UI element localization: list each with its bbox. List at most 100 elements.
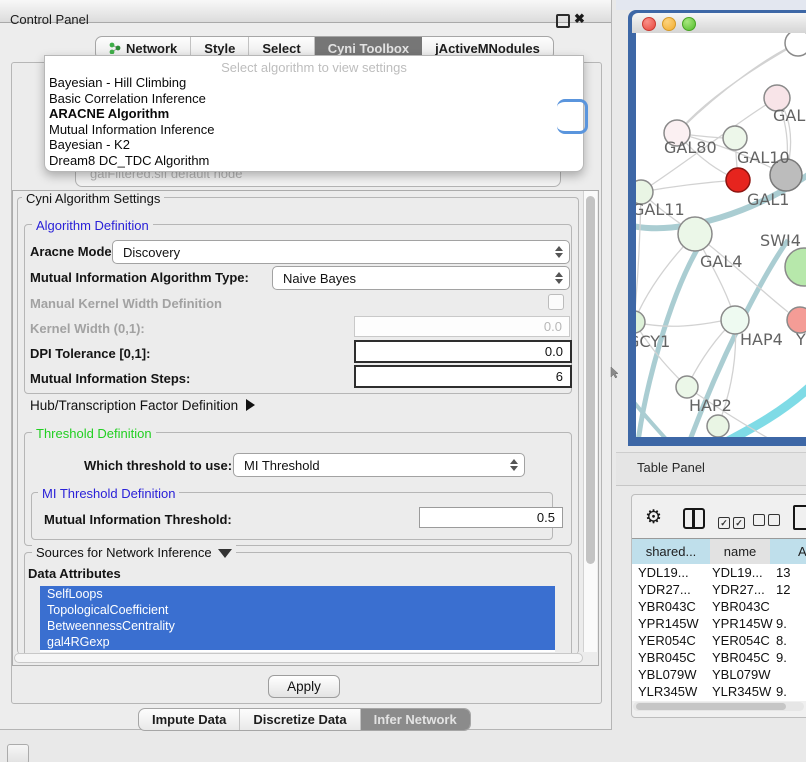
network-node-gal4[interactable] xyxy=(678,217,712,251)
data-attribute-item[interactable]: BetweennessCentrality xyxy=(40,618,555,634)
table-row[interactable]: YDL19...YDL19...13 xyxy=(632,564,806,581)
table-column-header[interactable]: shared... xyxy=(632,538,711,565)
data-attribute-item[interactable]: TopologicalCoefficient xyxy=(40,602,555,618)
table-cell xyxy=(772,598,806,615)
table-row[interactable]: YPR145WYPR145W9. xyxy=(632,615,806,632)
apply-button[interactable]: Apply xyxy=(268,675,340,698)
attribute-table[interactable]: YDL19...YDL19...13YDR27...YDR27...12YBR0… xyxy=(632,564,806,701)
table-cell: YPR145W xyxy=(710,615,772,632)
hub-definition-label: Hub/Transcription Factor Definition xyxy=(30,398,238,413)
which-threshold-label: Which threshold to use: xyxy=(84,458,232,473)
bottom-tabstrip: Impute DataDiscretize DataInfer Network xyxy=(138,708,471,731)
algorithm-definition-label: Algorithm Definition xyxy=(32,218,153,233)
file-icon[interactable] xyxy=(793,505,806,530)
table-column-header[interactable]: name xyxy=(710,538,771,565)
settings-vertical-scrollbar[interactable] xyxy=(583,191,597,652)
mi-type-label: Mutual Information Algorithm Type: xyxy=(30,270,249,285)
table-row[interactable]: YLR345WYLR345W9. xyxy=(632,683,806,700)
table-cell: YPR145W xyxy=(632,615,710,632)
tab-label: jActiveMNodules xyxy=(435,41,540,56)
mi-threshold-field[interactable]: 0.5 xyxy=(419,507,563,528)
close-traffic-button[interactable] xyxy=(642,17,656,31)
kernel-width-field[interactable]: 0.0 xyxy=(354,316,570,337)
network-node-label: GAL11 xyxy=(636,200,685,219)
bottom-tab-discretize-data[interactable]: Discretize Data xyxy=(240,709,360,730)
zoom-traffic-button[interactable] xyxy=(682,17,696,31)
aracne-mode-label: Aracne Mode: xyxy=(30,244,116,259)
threshold-definition-label: Threshold Definition xyxy=(32,426,156,441)
table-cell: 8. xyxy=(772,632,806,649)
algorithm-option[interactable]: Basic Correlation Inference xyxy=(45,91,583,107)
data-attributes-list: SelfLoopsTopologicalCoefficientBetweenne… xyxy=(40,586,555,652)
dock-panel-icon[interactable] xyxy=(7,744,29,762)
data-attribute-item[interactable]: gal4RGexp xyxy=(40,634,555,650)
mi-steps-field[interactable]: 6 xyxy=(354,365,572,388)
mi-algorithm-type-select[interactable]: Naive Bayes xyxy=(272,266,570,290)
algorithm-option[interactable]: Bayesian - Hill Climbing xyxy=(45,75,583,91)
table-row[interactable]: YER054CYER054C8. xyxy=(632,632,806,649)
kernel-width-label: Kernel Width (0,1): xyxy=(30,321,145,336)
show-columns-icon[interactable]: ✓✓ xyxy=(718,513,748,531)
network-node-label: GAL xyxy=(773,106,805,125)
network-node[interactable] xyxy=(785,33,806,56)
table-cell: YBL079W xyxy=(710,666,772,683)
screen: Control Panel ✖ NetworkStyleSelectCyni T… xyxy=(0,0,806,762)
data-attribute-item[interactable]: SelfLoops xyxy=(40,586,555,602)
aracne-mode-select[interactable]: Discovery xyxy=(112,240,570,264)
algorithm-dropdown-list: Select algorithm to view settings Bayesi… xyxy=(44,55,584,172)
table-row[interactable]: YBR045CYBR045C9. xyxy=(632,649,806,666)
which-threshold-value: MI Threshold xyxy=(244,458,320,473)
network-canvas[interactable]: GALGAL80GAL10GAL1GAL11SWI4GAL4GCY1HAP4YH… xyxy=(636,33,806,437)
network-edge xyxy=(636,321,721,326)
algorithm-option[interactable]: Mutual Information Inference xyxy=(45,122,583,138)
network-node-gal10[interactable] xyxy=(723,126,747,150)
hide-columns-icon[interactable] xyxy=(753,513,783,531)
table-cell xyxy=(772,666,806,683)
dropdown-hint: Select algorithm to view settings xyxy=(45,60,583,75)
network-node-label: GAL1 xyxy=(747,190,789,209)
table-cell: 12 xyxy=(772,581,806,598)
float-window-icon[interactable] xyxy=(556,14,570,28)
minimize-traffic-button[interactable] xyxy=(662,17,676,31)
dpi-tolerance-field[interactable]: 0.0 xyxy=(354,340,572,363)
tab-label: Network xyxy=(126,41,177,56)
algorithm-option[interactable]: Bayesian - K2 xyxy=(45,137,583,153)
table-cell: YLR345W xyxy=(710,683,772,700)
network-node-swi4[interactable] xyxy=(785,248,806,286)
network-node-gal1[interactable] xyxy=(726,168,750,192)
algorithm-option[interactable]: ARACNE Algorithm xyxy=(45,106,583,122)
collapse-arrow-icon xyxy=(218,549,232,558)
spinner-arrows-icon xyxy=(555,272,563,284)
table-cell: 9. xyxy=(772,649,806,666)
table-cell: 9. xyxy=(772,615,806,632)
table-row[interactable]: YBR043CYBR043C xyxy=(632,598,806,615)
table-row[interactable]: YDR27...YDR27...12 xyxy=(632,581,806,598)
sources-group-toggle[interactable]: Sources for Network Inference xyxy=(32,545,236,560)
which-threshold-select[interactable]: MI Threshold xyxy=(233,453,525,477)
network-node[interactable] xyxy=(707,415,729,437)
manual-kernel-checkbox[interactable] xyxy=(548,294,564,310)
table-row[interactable]: YBL079WYBL079W xyxy=(632,666,806,683)
hub-definition-expander[interactable]: Hub/Transcription Factor Definition xyxy=(30,398,255,413)
sources-group-label: Sources for Network Inference xyxy=(36,545,212,560)
network-icon xyxy=(109,42,121,54)
network-node-hap2[interactable] xyxy=(676,376,698,398)
table-scrollbar-thumb[interactable] xyxy=(636,703,786,710)
network-node-label: GAL10 xyxy=(737,148,790,167)
table-row[interactable]: YIL052CYIL052C9 xyxy=(632,700,806,701)
bottom-tab-infer-network[interactable]: Infer Network xyxy=(361,709,470,730)
settings-horizontal-scrollbar[interactable] xyxy=(14,653,583,663)
columns-icon[interactable] xyxy=(683,508,705,529)
algorithm-option[interactable]: Dream8 DC_TDC Algorithm xyxy=(45,153,583,169)
gear-icon[interactable]: ⚙ xyxy=(645,506,662,529)
network-node-gcy1[interactable] xyxy=(636,311,645,333)
focused-combo-fragment xyxy=(557,99,588,134)
table-cell: YBR045C xyxy=(710,649,772,666)
mi-threshold-label: Mutual Information Threshold: xyxy=(44,512,232,527)
bottom-tab-impute-data[interactable]: Impute Data xyxy=(139,709,240,730)
table-horizontal-scrollbar[interactable] xyxy=(633,702,804,711)
table-column-header[interactable]: A xyxy=(770,538,806,565)
close-icon[interactable]: ✖ xyxy=(574,11,585,27)
background-strip xyxy=(616,0,806,10)
settings-scrollbar-thumb[interactable] xyxy=(586,196,595,564)
